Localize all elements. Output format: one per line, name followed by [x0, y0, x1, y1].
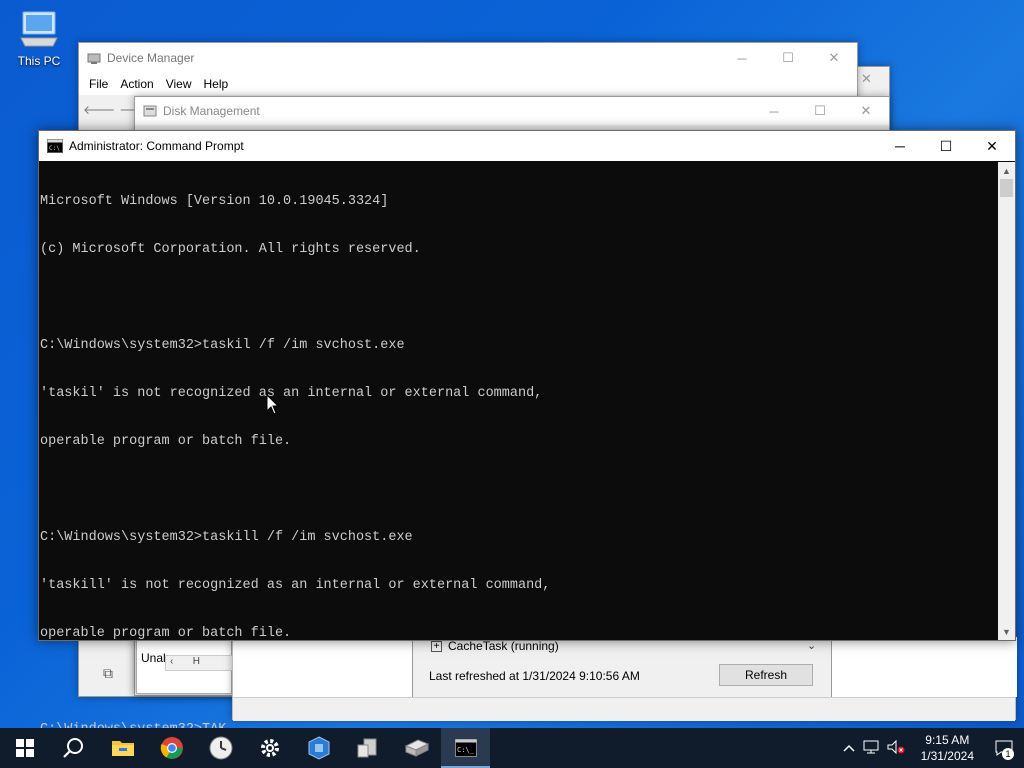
close-icon[interactable]: ✕ — [843, 97, 889, 125]
vertical-scrollbar[interactable]: ▲ ▼ — [998, 162, 1015, 640]
action-center-button[interactable]: 1 — [984, 728, 1024, 768]
network-config-icon — [308, 736, 329, 760]
taskbar-clock[interactable]: 9:15 AM 1/31/2024 — [911, 732, 984, 764]
clock-time: 9:15 AM — [925, 733, 970, 747]
menu-bar: File Action View Help — [79, 73, 857, 95]
svg-text:C:\_: C:\_ — [457, 746, 475, 754]
minimize-icon[interactable]: ─ — [877, 131, 923, 161]
console-line: C:\Windows\system32>taskil /f /im svchos… — [40, 338, 405, 353]
start-button[interactable] — [0, 728, 49, 768]
device-manager-icon — [87, 51, 101, 65]
svg-text:C:\: C:\ — [49, 145, 60, 152]
back-arrow-icon[interactable]: 🡐 — [83, 102, 115, 117]
menu-view[interactable]: View — [160, 77, 198, 91]
command-prompt-window: C:\ Administrator: Command Prompt ─ ☐ ✕ … — [38, 130, 1016, 737]
tray-icons — [837, 739, 911, 757]
scroll-thumb[interactable] — [1000, 179, 1013, 197]
scroll-down-icon[interactable]: ▼ — [998, 623, 1015, 640]
settings-button[interactable] — [245, 728, 294, 768]
command-prompt-icon: C:\ — [47, 139, 63, 153]
server-manager-icon — [357, 738, 376, 758]
window-controls: ─ ☐ ✕ — [877, 131, 1015, 161]
device-manager-title: Device Manager — [107, 51, 195, 65]
menu-action[interactable]: Action — [114, 77, 159, 91]
menu-file[interactable]: File — [83, 77, 114, 91]
notification-count: 1 — [1002, 748, 1014, 760]
console-line: operable program or batch file. — [40, 434, 292, 449]
console-line: 'taskil' is not recognized as an interna… — [40, 386, 543, 401]
disk-management-icon — [143, 104, 157, 118]
window-controls: ─ ☐ ✕ — [751, 97, 889, 127]
start-icon — [15, 739, 34, 757]
close-icon[interactable]: ✕ — [969, 131, 1015, 161]
search-icon — [62, 738, 83, 758]
menu-help[interactable]: Help — [198, 77, 235, 91]
disk-management-icon — [404, 739, 429, 757]
network-icon[interactable] — [863, 740, 879, 757]
command-prompt-icon: C:\_ — [454, 739, 477, 757]
disk-management-button[interactable] — [392, 728, 441, 768]
cmd-title: Administrator: Command Prompt — [69, 139, 244, 153]
search-button[interactable] — [49, 728, 98, 768]
console-output[interactable]: Microsoft Windows [Version 10.0.19045.33… — [39, 162, 998, 737]
system-tray: 9:15 AM 1/31/2024 1 — [837, 728, 1024, 768]
clock-app-button[interactable] — [196, 728, 245, 768]
maximize-icon[interactable]: ☐ — [923, 131, 969, 161]
cmd-titlebar[interactable]: C:\ Administrator: Command Prompt — [39, 131, 1015, 161]
console-line: (c) Microsoft Corporation. All rights re… — [40, 242, 421, 257]
window-controls: ─ ☐ ✕ — [719, 43, 857, 73]
minimize-icon[interactable]: ─ — [751, 97, 797, 125]
chevron-up-icon[interactable] — [843, 741, 855, 755]
volume-muted-icon[interactable] — [887, 739, 905, 757]
maximize-icon[interactable]: ☐ — [765, 43, 811, 73]
clock-date: 1/31/2024 — [920, 749, 974, 763]
mouse-pointer-icon — [266, 394, 280, 415]
chrome-button[interactable] — [147, 728, 196, 768]
network-config-button[interactable] — [294, 728, 343, 768]
console-line: Microsoft Windows [Version 10.0.19045.33… — [40, 194, 389, 209]
disk-management-title: Disk Management — [163, 104, 260, 118]
console-line: operable program or batch file. — [40, 626, 292, 641]
this-pc-desktop-icon[interactable]: This PC — [10, 8, 68, 68]
console-line: 'taskill' is not recognized as an intern… — [40, 578, 551, 593]
taskbar: C:\_ 9:15 AM 1/31/2024 1 — [0, 728, 1024, 768]
command-prompt-button[interactable]: C:\_ — [441, 728, 490, 768]
console-line: C:\Windows\system32>taskill /f /im svcho… — [40, 530, 413, 545]
chrome-icon — [160, 737, 183, 759]
file-explorer-button[interactable] — [98, 728, 147, 768]
this-pc-label: This PC — [17, 54, 61, 68]
close-icon[interactable]: ✕ — [811, 43, 857, 73]
close-icon[interactable]: ✕ — [861, 71, 872, 87]
minimize-icon[interactable]: ─ — [719, 43, 765, 73]
scroll-up-icon[interactable]: ▲ — [998, 162, 1015, 179]
this-pc-icon — [20, 11, 58, 47]
clock-app-icon — [209, 736, 232, 760]
server-manager-button[interactable] — [343, 728, 392, 768]
settings-icon — [260, 739, 279, 757]
file-explorer-icon — [111, 741, 134, 756]
maximize-icon[interactable]: ☐ — [797, 97, 843, 125]
